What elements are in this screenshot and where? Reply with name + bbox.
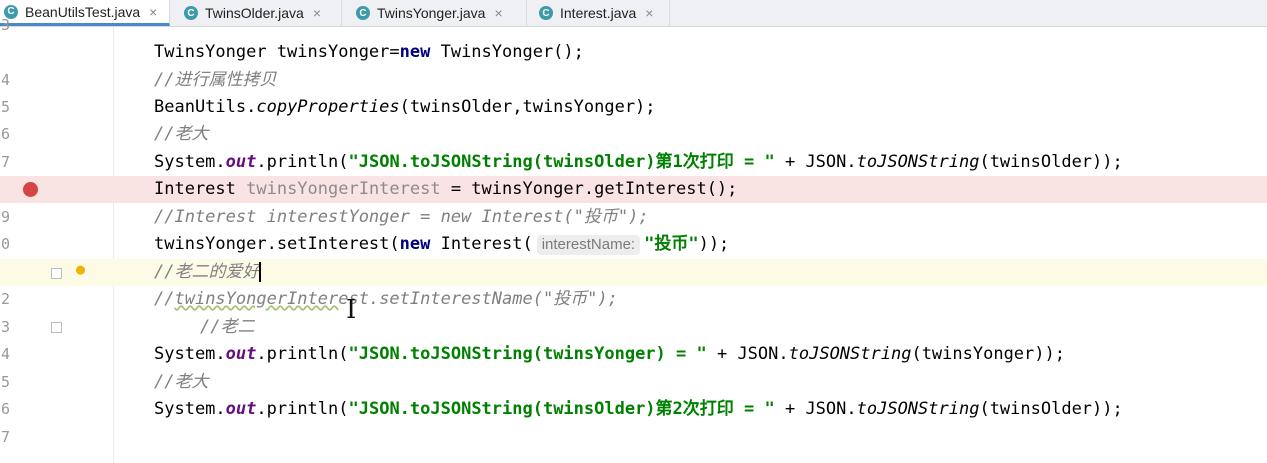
- code-text: + JSON.: [706, 344, 789, 364]
- code-text: .println(: [256, 152, 349, 172]
- static-field: out: [225, 399, 257, 419]
- breakpoint-line[interactable]: Interest twinsYongerInterest = twinsYong…: [0, 176, 1267, 203]
- editor-tab-bar: C BeanUtilsTest.java × C TwinsOlder.java…: [0, 0, 1267, 27]
- parameter-hint: interestName:: [536, 235, 641, 255]
- code-text: ));: [698, 234, 730, 254]
- code-line[interactable]: //老大: [0, 369, 1267, 396]
- code-line[interactable]: System.out.println("JSON.toJSONString(tw…: [0, 341, 1267, 368]
- static-field: out: [225, 344, 257, 364]
- code-text: System.: [154, 344, 226, 364]
- code-line[interactable]: BeanUtils.copyProperties(twinsOlder,twin…: [0, 94, 1267, 121]
- close-icon[interactable]: ×: [149, 4, 157, 20]
- line-number: 7: [0, 428, 10, 446]
- comment: //: [154, 289, 175, 309]
- static-method: copyProperties: [256, 97, 400, 117]
- code-text: (twinsOlder));: [979, 152, 1123, 172]
- static-method: toJSONString: [856, 152, 980, 172]
- close-icon[interactable]: ×: [494, 5, 502, 21]
- keyword: new: [399, 42, 431, 62]
- string-literal: "投币": [644, 234, 699, 254]
- comment: //老二: [200, 317, 255, 337]
- comment: //老大: [154, 124, 209, 144]
- code-text: twinsYonger.setInterest(: [154, 234, 400, 254]
- tab-beanutilstest[interactable]: C BeanUtilsTest.java ×: [0, 0, 170, 26]
- tab-twinsolder[interactable]: C TwinsOlder.java ×: [170, 0, 342, 26]
- code-line[interactable]: //twinsYongerInterest.setInterestName("投…: [0, 286, 1267, 313]
- comment: twinsYongerInter: [174, 289, 339, 309]
- code-line[interactable]: //老二: [0, 314, 1267, 341]
- code-text: + JSON.: [774, 152, 857, 172]
- tab-twinsyonger[interactable]: C TwinsYonger.java ×: [342, 0, 527, 26]
- code-line[interactable]: System.out.println("JSON.toJSONString(tw…: [0, 149, 1267, 176]
- code-line[interactable]: twinsYonger.setInterest(new Interest(int…: [0, 231, 1267, 258]
- code-text: = twinsYonger.getInterest();: [440, 179, 738, 199]
- keyword: new: [399, 234, 431, 254]
- comment: //进行属性拷贝: [154, 70, 277, 90]
- tab-label: Interest.java: [560, 5, 637, 21]
- code-text: TwinsYonger twinsYonger=: [154, 42, 400, 62]
- code-line[interactable]: System.out.println("JSON.toJSONString(tw…: [0, 396, 1267, 423]
- code-text: .println(: [256, 399, 349, 419]
- text-caret: [259, 262, 262, 282]
- java-class-icon: C: [539, 6, 553, 20]
- fold-icon[interactable]: [51, 268, 62, 279]
- tab-interest[interactable]: C Interest.java ×: [527, 0, 670, 26]
- lightbulb-icon[interactable]: ●: [76, 260, 85, 278]
- string-literal: "JSON.toJSONString(twinsOlder)第1次打印 = ": [348, 152, 775, 172]
- close-icon[interactable]: ×: [645, 5, 653, 21]
- code-text: TwinsYonger();: [430, 42, 584, 62]
- comment: //老大: [154, 372, 209, 392]
- comment: //老二的爱好: [154, 262, 260, 282]
- string-literal: "JSON.toJSONString(twinsOlder)第2次打印 = ": [348, 399, 775, 419]
- code-text: Interest(: [430, 234, 533, 254]
- code-text: (twinsOlder));: [979, 399, 1123, 419]
- java-class-icon: C: [356, 6, 370, 20]
- code-text: (twinsOlder,twinsYonger);: [399, 97, 656, 117]
- java-class-icon: C: [184, 6, 198, 20]
- line-number: 3: [0, 16, 10, 34]
- comment: //Interest interestYonger = new Interest…: [154, 207, 649, 227]
- tab-label: TwinsOlder.java: [205, 5, 304, 21]
- static-method: toJSONString: [856, 399, 980, 419]
- unused-variable: twinsYongerInterest: [246, 179, 441, 199]
- fold-icon[interactable]: [51, 322, 62, 333]
- tab-label: TwinsYonger.java: [377, 5, 486, 21]
- static-field: out: [225, 152, 257, 172]
- text-cursor-icon: I: [346, 295, 357, 325]
- static-method: toJSONString: [788, 344, 912, 364]
- code-line[interactable]: //老大: [0, 121, 1267, 148]
- close-icon[interactable]: ×: [313, 5, 321, 21]
- breakpoint-icon[interactable]: [23, 182, 38, 197]
- tab-label: BeanUtilsTest.java: [25, 3, 141, 20]
- code-line[interactable]: //进行属性拷贝: [0, 67, 1267, 94]
- code-text: Interest: [154, 179, 247, 199]
- code-text: + JSON.: [774, 399, 857, 419]
- code-text: System.: [154, 152, 226, 172]
- code-text: (twinsYonger));: [911, 344, 1065, 364]
- comment: est.setInterestName("投币");: [338, 289, 618, 309]
- current-line[interactable]: //老二的爱好: [0, 259, 1267, 286]
- code-text: BeanUtils.: [154, 97, 257, 117]
- code-line[interactable]: TwinsYonger twinsYonger=new TwinsYonger(…: [0, 39, 1267, 66]
- string-literal: "JSON.toJSONString(twinsYonger) = ": [348, 344, 707, 364]
- code-text: System.: [154, 399, 226, 419]
- code-text: .println(: [256, 344, 349, 364]
- code-line[interactable]: //Interest interestYonger = new Interest…: [0, 204, 1267, 231]
